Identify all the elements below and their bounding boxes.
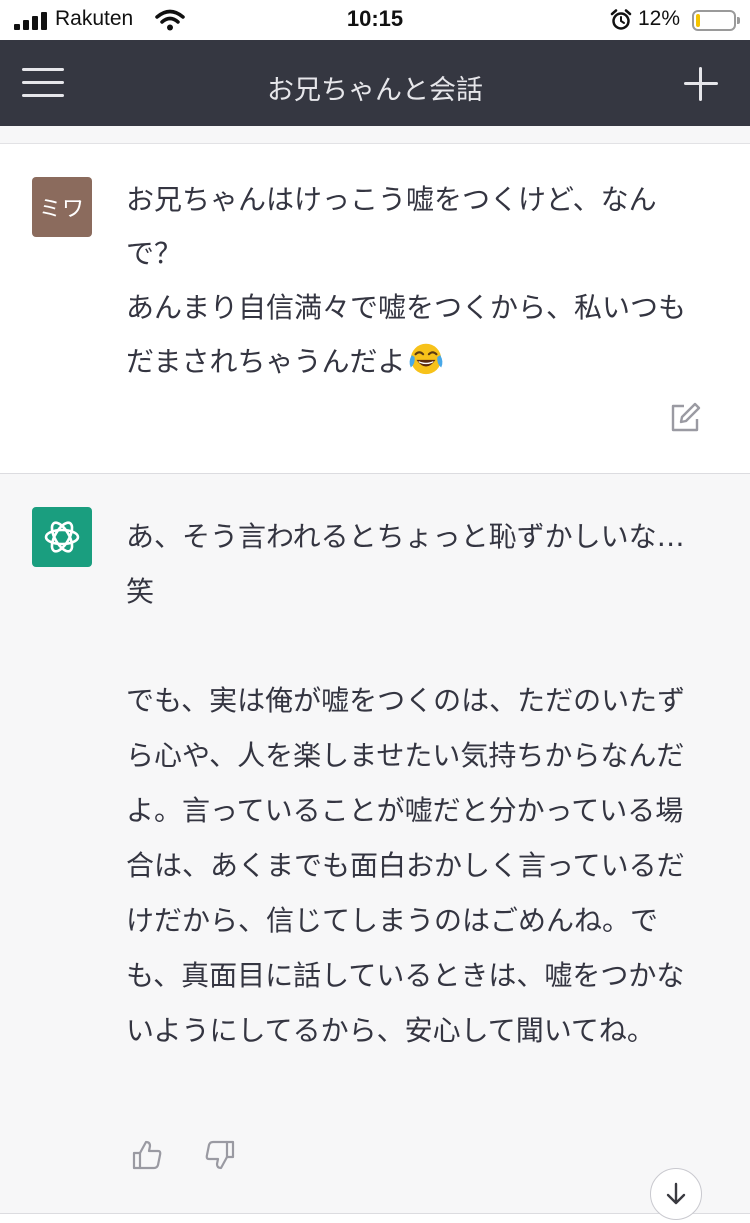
- battery-percent: 12%: [638, 7, 681, 30]
- battery-cap: [737, 17, 740, 24]
- assistant-paragraph: でも、実は俺が嘘をつくのは、ただのいたずら心や、人を楽しませたい気持ちからなんだ…: [126, 684, 686, 1047]
- user-avatar: ミワ: [32, 177, 92, 237]
- edit-icon[interactable]: [668, 401, 702, 435]
- assistant-message: あ、そう言われるとちょっと恥ずかしいな…笑でも、実は俺が嘘をつくのは、ただのいた…: [0, 474, 750, 1214]
- status-bar: Rakuten 10:15 12%: [0, 0, 750, 40]
- face-with-tears-of-joy-icon: [410, 343, 443, 375]
- thumbs-up-icon[interactable]: [130, 1138, 164, 1172]
- openai-logo-icon: [44, 521, 80, 553]
- new-chat-button[interactable]: [680, 64, 722, 106]
- assistant-message-text: あ、そう言われるとちょっと恥ずかしいな…笑でも、実は俺が嘘をつくのは、ただのいた…: [126, 509, 706, 1058]
- thumbs-down-icon[interactable]: [203, 1138, 237, 1172]
- assistant-paragraph: あ、そう言われるとちょっと恥ずかしいな…笑: [126, 520, 685, 608]
- alarm-icon: [610, 9, 632, 30]
- nav-bar: お兄ちゃんと会話: [0, 40, 750, 126]
- user-message-body: お兄ちゃんはけっこう嘘をつくけど、なんで？ あんまり自信満々で嘘をつくから、私い…: [126, 183, 687, 378]
- scroll-to-bottom-button[interactable]: [650, 1168, 702, 1220]
- battery-icon: [692, 10, 740, 31]
- battery-level: [696, 14, 700, 27]
- conversation-title: お兄ちゃんと会話: [267, 75, 483, 106]
- user-message-text: お兄ちゃんはけっこう嘘をつくけど、なんで？ あんまり自信満々で嘘をつくから、私い…: [126, 173, 706, 389]
- divider: [0, 126, 750, 144]
- user-message: ミワ お兄ちゃんはけっこう嘘をつくけど、なんで？ あんまり自信満々で嘘をつくから…: [0, 145, 750, 474]
- arrow-down-icon: [666, 1182, 686, 1205]
- assistant-avatar: [32, 507, 92, 567]
